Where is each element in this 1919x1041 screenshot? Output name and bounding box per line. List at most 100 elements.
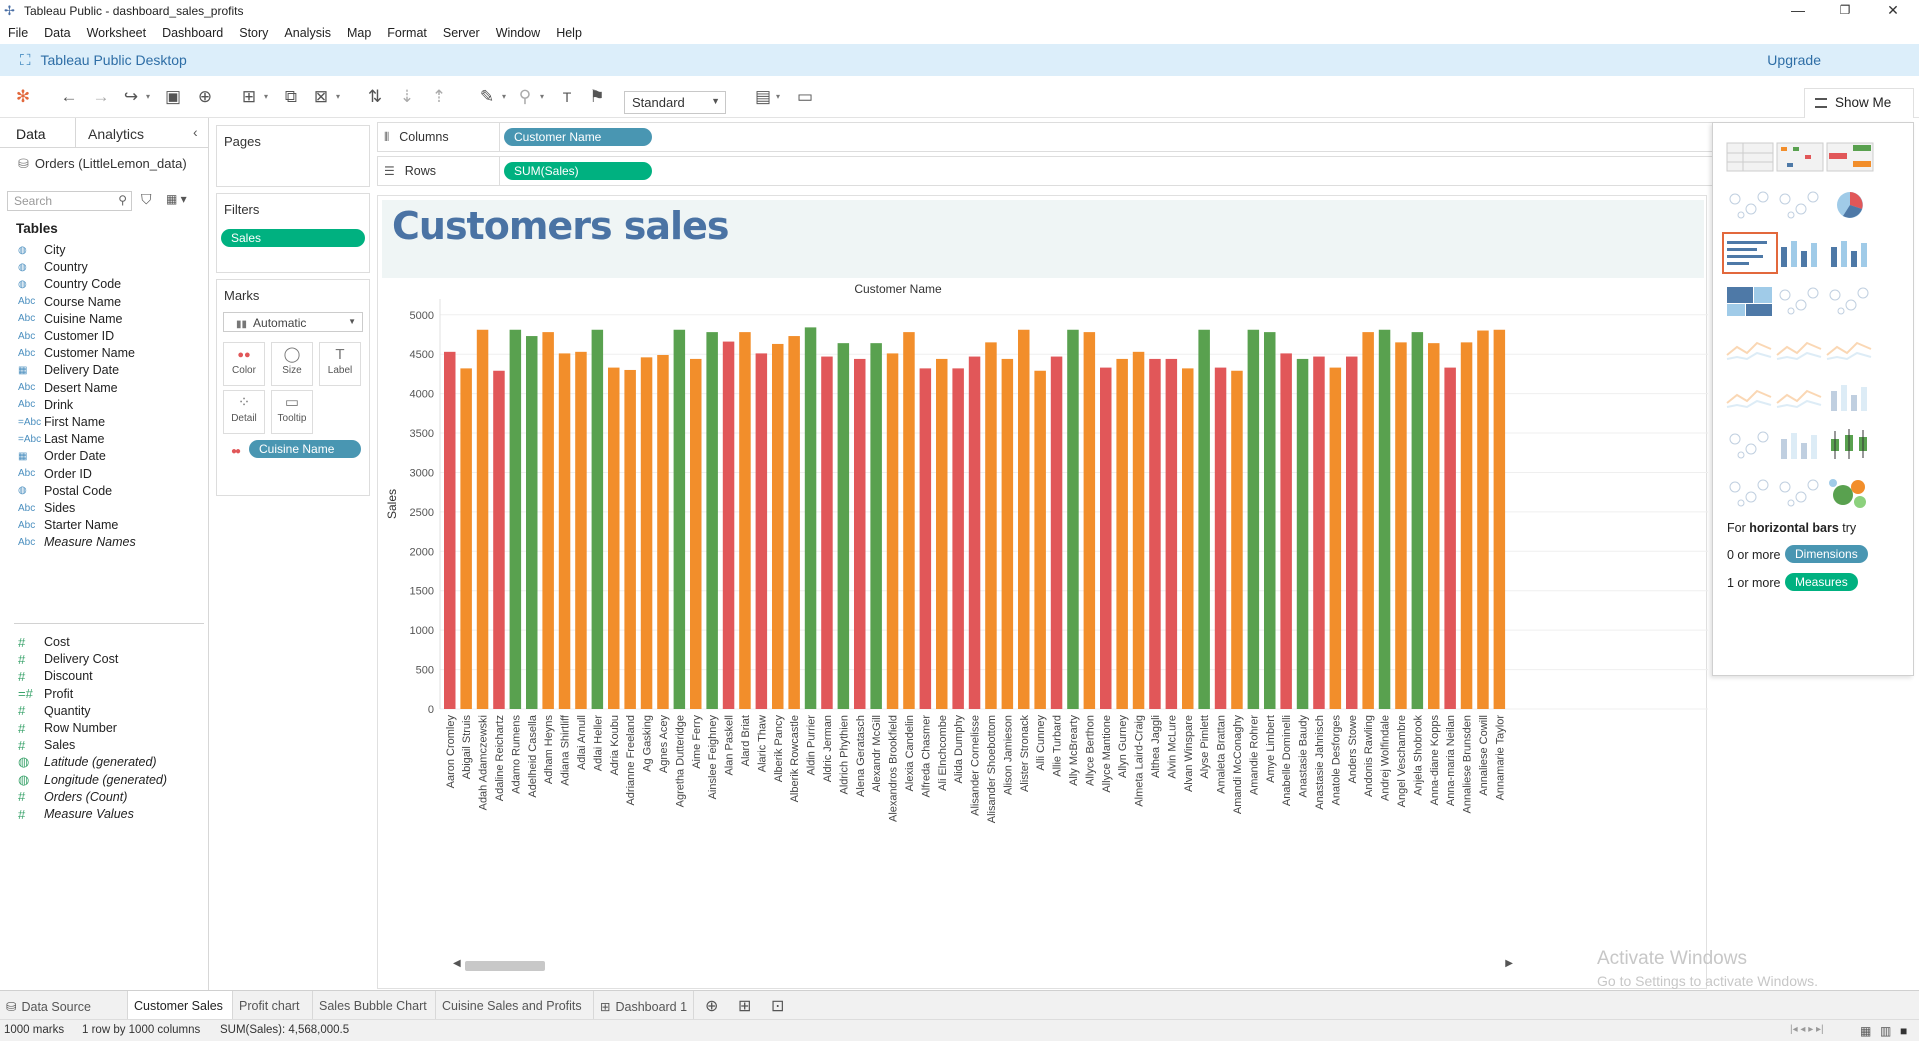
clear-dropdown-icon[interactable]: ▾ [336,90,344,104]
tab-data[interactable]: Data [16,126,46,142]
dimension-country-code[interactable]: ◍ Country Code [18,275,121,293]
highlight-dropdown-icon[interactable]: ▾ [502,90,510,104]
undo-icon[interactable]: ← [58,86,80,108]
chart-type-area-discrete-icon[interactable] [1773,377,1827,417]
dimension-country[interactable]: ◍ Country [18,258,88,276]
restore-button[interactable]: ❐ [1822,0,1868,22]
tabs-view-icon[interactable]: ■ [1900,1024,1907,1038]
dimension-last-name[interactable]: =Abc Last Name [18,430,104,448]
chart-type-lines-discrete-icon[interactable] [1773,329,1827,369]
menu-map[interactable]: Map [347,26,371,40]
chart-type-text-table-icon[interactable] [1723,137,1777,177]
chart-type-gantt-chart-icon[interactable] [1723,473,1777,513]
redo-icon[interactable]: → [90,86,112,108]
menu-window[interactable]: Window [496,26,540,40]
measure-orders-count[interactable]: # Orders (Count) [18,788,127,806]
chart-type-circle-views-icon[interactable] [1773,281,1827,321]
chart-type-scatter-plot-icon[interactable] [1723,425,1777,465]
measure-sales[interactable]: # Sales [18,736,75,754]
dimension-customer-name[interactable]: Abc Customer Name [18,344,135,362]
group-icon[interactable]: ⚲ [514,86,536,108]
chart-type-area-continuous-icon[interactable] [1723,377,1777,417]
collapse-pane-icon[interactable]: ‹ [193,124,198,140]
duplicate-icon[interactable]: ⧉ [280,86,302,108]
label-button[interactable]: T Label [319,342,361,386]
new-worksheet-icon[interactable]: ⊞ [238,86,260,108]
color-button[interactable]: ●● Color [223,342,265,386]
rows-pill-sum-sales[interactable]: SUM(Sales) [504,162,652,180]
show-labels-icon[interactable]: T [556,86,578,108]
upgrade-link[interactable]: Upgrade [1767,52,1821,68]
measure-row-number[interactable]: # Row Number [18,719,117,737]
dimension-drink[interactable]: Abc Drink [18,396,73,414]
menu-format[interactable]: Format [387,26,427,40]
chart-type-bullet-graph-icon[interactable] [1773,473,1827,513]
dimension-order-date[interactable]: ▦ Order Date [18,447,106,465]
tooltip-button[interactable]: ▭ Tooltip [271,390,313,434]
measure-discount[interactable]: # Discount [18,667,93,685]
filter-pill-sales[interactable]: Sales [221,229,365,247]
dimension-cuisine-name[interactable]: Abc Cuisine Name [18,310,123,328]
dimension-measure-names[interactable]: Abc Measure Names [18,533,136,551]
pages-card[interactable]: Pages [216,125,370,187]
close-button[interactable]: ✕ [1870,0,1916,22]
chart-type-dual-combination-icon[interactable] [1823,377,1877,417]
rows-shelf[interactable]: ☰ Rows SUM(Sales) [377,156,1717,186]
menu-story[interactable]: Story [239,26,268,40]
dimension-delivery-date[interactable]: ▦ Delivery Date [18,361,119,379]
show-me-button[interactable]: Show Me [1804,88,1914,118]
group-dropdown-icon[interactable]: ▾ [540,90,548,104]
size-button[interactable]: ◯ Size [271,342,313,386]
measure-longitude-generated[interactable]: ◍ Longitude (generated) [18,771,167,789]
filters-card[interactable]: Filters Sales [216,193,370,273]
tableau-home-icon[interactable]: ✻ [12,86,34,108]
measure-profit[interactable]: =# Profit [18,685,73,703]
chart-type-box-and-whisker-icon[interactable] [1823,425,1877,465]
scroll-right-icon[interactable]: ▶ [1505,958,1513,969]
filter-icon[interactable]: ⛉ [141,191,152,208]
search-input[interactable]: Search ⚲ [7,191,132,211]
chart-type-packed-bubbles-icon[interactable] [1823,473,1877,513]
scroll-thumb[interactable] [465,961,545,971]
tab-sales-bubble-chart[interactable]: Sales Bubble Chart [313,991,436,1020]
dimension-customer-id[interactable]: Abc Customer ID [18,327,114,345]
new-story-tab-icon[interactable]: ⊡ [771,996,784,1016]
sheet-sorter-icon[interactable]: ▦ [1860,1024,1871,1038]
menu-file[interactable]: File [8,26,28,40]
new-worksheet-tab-icon[interactable]: ⊕ [705,996,718,1016]
menu-analysis[interactable]: Analysis [284,26,331,40]
scroll-left-icon[interactable]: ◀ [453,958,461,969]
tab-dashboard-1[interactable]: ⊞ Dashboard 1 [594,991,694,1020]
chart-type-side-by-side-circles-icon[interactable] [1823,281,1877,321]
detail-button[interactable]: ⁘ Detail [223,390,265,434]
chart-type-histogram-icon[interactable] [1773,425,1827,465]
dimension-order-id[interactable]: Abc Order ID [18,465,92,483]
dimension-course-name[interactable]: Abc Course Name [18,293,121,311]
chart-type-filled-map-icon[interactable] [1773,185,1827,225]
chart-type-highlight-table-icon[interactable] [1823,137,1877,177]
menu-dashboard[interactable]: Dashboard [162,26,223,40]
menu-help[interactable]: Help [556,26,582,40]
dimension-first-name[interactable]: =Abc First Name [18,413,105,431]
tab-navigation-icon[interactable]: |◂ ◂ ▸ ▸| [1790,1024,1824,1035]
filmstrip-icon[interactable]: ▥ [1880,1024,1891,1038]
new-worksheet-dropdown-icon[interactable]: ▾ [264,90,272,104]
mark-type-select[interactable]: ▮▮ Automatic ▼ [223,312,363,332]
measure-latitude-generated[interactable]: ◍ Latitude (generated) [18,753,157,771]
chart-type-stacked-bars-icon[interactable] [1773,233,1827,273]
view-options-icon[interactable]: ▦ ▾ [166,192,187,206]
chart-type-horizontal-bars-icon[interactable] [1722,232,1778,274]
measure-quantity[interactable]: # Quantity [18,702,91,720]
fit-select[interactable]: Standard ▼ [624,91,726,114]
dimension-starter-name[interactable]: Abc Starter Name [18,516,118,534]
measure-cost[interactable]: # Cost [18,633,70,651]
show-cards-dropdown-icon[interactable]: ▾ [776,90,784,104]
color-pill-cuisine-name[interactable]: Cuisine Name [249,440,361,458]
menu-data[interactable]: Data [44,26,70,40]
dimension-desert-name[interactable]: Abc Desert Name [18,379,118,397]
fix-axes-icon[interactable]: ⚑ [586,86,608,108]
dimension-postal-code[interactable]: ◍ Postal Code [18,482,112,500]
tab-profit-chart[interactable]: Profit chart [233,991,313,1020]
clear-sheet-icon[interactable]: ⊠ [310,86,332,108]
measure-delivery-cost[interactable]: # Delivery Cost [18,650,118,668]
